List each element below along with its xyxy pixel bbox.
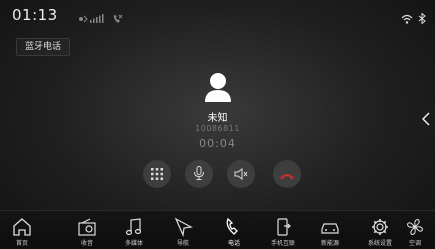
bluetooth-phone-tab[interactable]: 蓝牙电话 — [16, 38, 70, 56]
dock-item-new-energy[interactable]: 新能源 — [310, 211, 350, 249]
speaker-icon — [234, 165, 248, 184]
home-icon — [13, 218, 31, 236]
dock-item-home[interactable]: 首页 — [2, 211, 42, 249]
phone-link-icon — [277, 218, 291, 236]
fan-icon — [406, 218, 424, 236]
dock-label-home: 首页 — [15, 240, 28, 247]
call-duration: 00:04 — [199, 137, 236, 150]
side-panel-toggle[interactable] — [417, 105, 435, 135]
caller-name: 未知 — [207, 113, 228, 124]
keypad-button[interactable] — [143, 160, 171, 188]
dock-label-phone: 电话 — [227, 240, 240, 247]
clock: 01:13 — [12, 6, 58, 24]
navigation-icon — [174, 217, 193, 237]
dock-label-phone-link: 手机互联 — [270, 240, 295, 247]
keypad-icon — [151, 165, 163, 184]
dock-item-navigation[interactable]: 导航 — [163, 211, 203, 249]
contact-avatar-icon — [205, 72, 231, 106]
phone-icon — [226, 217, 238, 235]
microphone-icon — [193, 165, 205, 184]
caller-number: 10086811 — [195, 124, 240, 133]
music-icon — [125, 218, 142, 236]
signal-icon — [78, 9, 108, 28]
dock-label-media: 多媒体 — [124, 240, 143, 247]
dock-item-phone-link[interactable]: 手机互联 — [263, 211, 303, 249]
dock-item-radio[interactable]: 收音 — [67, 211, 107, 249]
dock-label-navigation: 导航 — [176, 240, 189, 247]
bluetooth-icon — [418, 9, 426, 28]
dock-label-radio: 收音 — [80, 240, 93, 247]
dock-label-climate: 空调 — [408, 240, 421, 247]
car-icon — [321, 223, 339, 234]
chevron-left-icon — [421, 111, 430, 130]
dock-item-phone[interactable]: 电话 — [214, 211, 254, 249]
phone-call-screen: 01:13 蓝牙电话 未知 10086811 00:04 首页 收音 多媒体 导… — [0, 0, 435, 249]
dock-item-climate[interactable]: 空调 — [395, 211, 435, 249]
hangup-icon — [279, 165, 295, 184]
speaker-button[interactable] — [227, 160, 255, 188]
hangup-button[interactable] — [273, 160, 301, 188]
mic-button[interactable] — [185, 160, 213, 188]
wifi-icon — [401, 9, 413, 28]
status-bar: 01:13 — [0, 0, 435, 28]
radio-icon — [78, 218, 96, 236]
gear-icon — [372, 219, 388, 235]
call-status-icon — [112, 9, 124, 28]
dock-label-new-energy: 新能源 — [320, 240, 339, 247]
dock-item-media[interactable]: 多媒体 — [114, 211, 154, 249]
bottom-dock: 首页 收音 多媒体 导航 电话 手机互联 新能源 系统设置 空调 — [0, 210, 435, 249]
